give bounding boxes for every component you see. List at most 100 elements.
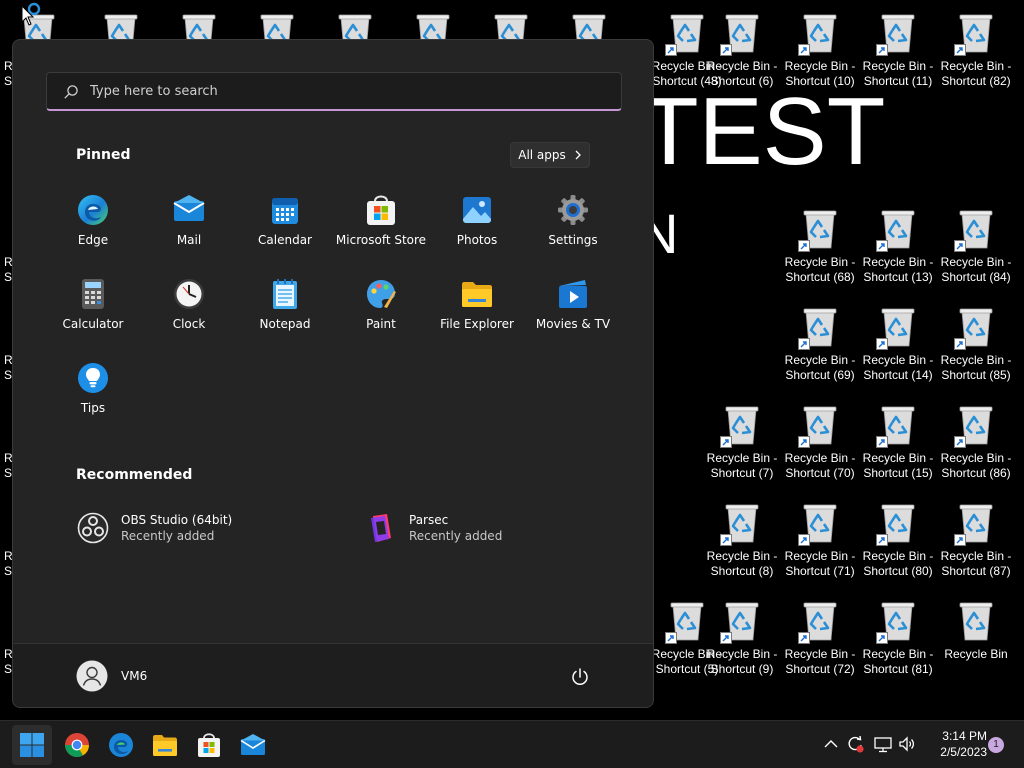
search-input[interactable] xyxy=(90,73,610,110)
pinned-app-mail[interactable]: Mail xyxy=(141,184,237,264)
desktop-icon-label: Recycle Bin - Shortcut (71) xyxy=(784,549,856,578)
sync-error-icon xyxy=(848,735,864,753)
shortcut-arrow-icon xyxy=(798,338,810,350)
desktop-icon-recycle-bin[interactable]: Recycle Bin - Shortcut (10) xyxy=(781,4,859,90)
recommended-item-name: OBS Studio (64bit) xyxy=(121,513,233,527)
pinned-app-notepad[interactable]: Notepad xyxy=(237,268,333,348)
app-label: Calendar xyxy=(258,233,312,247)
pinned-app-calculator[interactable]: Calculator xyxy=(45,268,141,348)
pinned-app-paint[interactable]: Paint xyxy=(333,268,429,348)
desktop-icon-label: Recycle Bin - Shortcut (84) xyxy=(940,255,1012,284)
recycle-bin-icon xyxy=(958,598,994,642)
desktop-icon-recycle-bin[interactable]: Recycle Bin - Shortcut (81) xyxy=(859,592,937,678)
taskbar-mail[interactable] xyxy=(233,725,273,765)
pinned-app-settings[interactable]: Settings xyxy=(525,184,621,264)
start-button[interactable] xyxy=(12,725,52,765)
pinned-app-movies-tv[interactable]: Movies & TV xyxy=(525,268,621,348)
desktop-icon-recycle-bin[interactable]: Recycle Bin - Shortcut (85) xyxy=(937,298,1015,384)
desktop-icon-recycle-bin[interactable]: Recycle Bin - Shortcut (70) xyxy=(781,396,859,482)
pinned-app-edge[interactable]: Edge xyxy=(45,184,141,264)
desktop-icon-recycle-bin[interactable]: Recycle Bin xyxy=(937,592,1015,678)
desktop-icon-label: Recycle Bin - Shortcut (69) xyxy=(784,353,856,382)
show-hidden-icons-button[interactable] xyxy=(821,734,841,754)
recycle-bin-icon xyxy=(798,304,838,350)
desktop-icon-recycle-bin[interactable]: Recycle Bin - Shortcut (72) xyxy=(781,592,859,678)
recycle-bin-icon xyxy=(954,500,994,546)
pinned-app-microsoft-store[interactable]: Microsoft Store xyxy=(333,184,429,264)
chevron-right-icon xyxy=(575,150,581,160)
folder-icon xyxy=(153,735,177,756)
desktop-icon-recycle-bin[interactable]: Recycle Bin - Shortcut (69) xyxy=(781,298,859,384)
chrome-icon xyxy=(64,733,89,758)
app-label: Movies & TV xyxy=(535,317,611,331)
pinned-app-tips[interactable]: Tips xyxy=(45,352,141,432)
desktop-icon-recycle-bin[interactable]: Recycle Bin - Shortcut (15) xyxy=(859,396,937,482)
power-icon xyxy=(572,668,588,685)
photos-icon xyxy=(460,193,494,227)
desktop-icon-label: Recycle Bin - Shortcut (82) xyxy=(940,59,1012,88)
desktop-icon-recycle-bin[interactable]: Recycle Bin - Shortcut (9) xyxy=(703,592,781,678)
taskbar-clock[interactable]: 3:14 PM 2/5/2023 xyxy=(925,728,987,760)
all-apps-button[interactable]: All apps xyxy=(510,142,590,168)
shortcut-arrow-icon xyxy=(876,632,888,644)
taskbar: 3:14 PM 2/5/2023 1 xyxy=(0,720,1024,768)
desktop-icon-recycle-bin[interactable]: Recycle Bin - Shortcut (80) xyxy=(859,494,937,580)
tray-sync-status[interactable] xyxy=(845,734,865,754)
mail-icon xyxy=(172,193,206,227)
desktop-icon-recycle-bin[interactable]: Recycle Bin - Shortcut (11) xyxy=(859,4,937,90)
desktop-icon-recycle-bin[interactable]: Recycle Bin - Shortcut (68) xyxy=(781,200,859,286)
shortcut-arrow-icon xyxy=(665,632,677,644)
taskbar-microsoft-store[interactable] xyxy=(189,725,229,765)
taskbar-chrome[interactable] xyxy=(57,725,97,765)
desktop-icon-label: Recycle Bin - Shortcut (68) xyxy=(784,255,856,284)
recommended-item-parsec[interactable]: Parsec Recently added xyxy=(365,506,502,550)
clock-date: 2/5/2023 xyxy=(940,745,987,759)
user-account-button[interactable]: VM6 xyxy=(66,658,157,694)
recommended-item-obs[interactable]: OBS Studio (64bit) Recently added xyxy=(77,506,232,550)
taskbar-file-explorer[interactable] xyxy=(145,725,185,765)
wallpaper-text: TEST xyxy=(640,78,886,185)
desktop-icon-recycle-bin[interactable]: Recycle Bin - Shortcut (84) xyxy=(937,200,1015,286)
desktop-icon-recycle-bin[interactable]: Recycle Bin - Shortcut (6) xyxy=(703,4,781,90)
paint-icon xyxy=(364,277,398,311)
pinned-app-photos[interactable]: Photos xyxy=(429,184,525,264)
network-icon xyxy=(874,737,892,753)
desktop-icon-recycle-bin[interactable]: Recycle Bin - Shortcut (7) xyxy=(703,396,781,482)
power-button[interactable] xyxy=(569,666,591,688)
shortcut-arrow-icon xyxy=(798,632,810,644)
desktop-icon-recycle-bin[interactable]: Recycle Bin - Shortcut (8) xyxy=(703,494,781,580)
desktop-icon-recycle-bin[interactable]: Recycle Bin - Shortcut (14) xyxy=(859,298,937,384)
tray-volume[interactable] xyxy=(897,734,917,754)
shortcut-arrow-icon xyxy=(954,534,966,546)
pinned-app-clock[interactable]: Clock xyxy=(141,268,237,348)
desktop-icon-label: Recycle Bin - Shortcut (8) xyxy=(706,549,778,578)
windows-start-icon xyxy=(20,733,44,757)
desktop-icon-recycle-bin[interactable]: Recycle Bin - Shortcut (86) xyxy=(937,396,1015,482)
search-icon xyxy=(64,85,78,99)
desktop-icon-recycle-bin[interactable]: Recycle Bin - Shortcut (82) xyxy=(937,4,1015,90)
taskbar-edge[interactable] xyxy=(101,725,141,765)
shortcut-arrow-icon xyxy=(798,436,810,448)
app-label: Settings xyxy=(548,233,598,247)
tray-network[interactable] xyxy=(873,734,893,754)
shortcut-arrow-icon xyxy=(720,44,732,56)
notification-badge[interactable]: 1 xyxy=(988,737,1004,753)
shortcut-arrow-icon xyxy=(954,44,966,56)
shortcut-arrow-icon xyxy=(720,632,732,644)
desktop-icon-recycle-bin[interactable]: Recycle Bin - Shortcut (13) xyxy=(859,200,937,286)
recommended-item-subtitle: Recently added xyxy=(409,529,503,543)
all-apps-label: All apps xyxy=(518,148,566,162)
search-box[interactable] xyxy=(46,72,622,111)
pinned-app-calendar[interactable]: Calendar xyxy=(237,184,333,264)
shortcut-arrow-icon xyxy=(720,436,732,448)
recycle-bin-icon xyxy=(665,598,705,644)
shortcut-arrow-icon xyxy=(665,44,677,56)
movies-icon xyxy=(556,277,590,311)
desktop-icon-recycle-bin[interactable]: Recycle Bin - Shortcut (71) xyxy=(781,494,859,580)
shortcut-arrow-icon xyxy=(798,44,810,56)
shortcut-arrow-icon xyxy=(954,338,966,350)
desktop-icon-recycle-bin[interactable]: Recycle Bin - Shortcut (87) xyxy=(937,494,1015,580)
pinned-app-file-explorer[interactable]: File Explorer xyxy=(429,268,525,348)
store-icon xyxy=(198,733,220,757)
lightbulb-icon xyxy=(76,361,110,395)
